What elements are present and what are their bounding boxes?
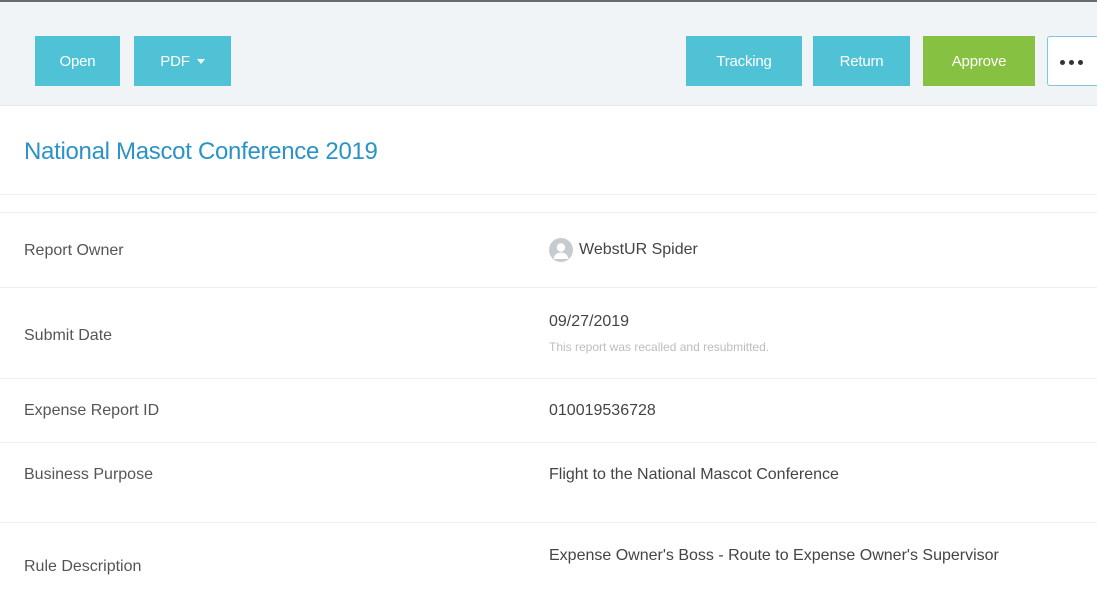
divider	[0, 194, 1097, 195]
more-actions-button[interactable]	[1047, 36, 1097, 86]
report-title: National Mascot Conference 2019	[24, 138, 378, 165]
submit-date-label: Submit Date	[24, 327, 113, 344]
expense-report-id-label: Expense Report ID	[24, 402, 160, 419]
divider	[0, 378, 1097, 379]
divider	[0, 287, 1097, 288]
divider	[0, 522, 1097, 523]
ellipsis-icon	[1060, 60, 1086, 65]
divider	[0, 212, 1097, 213]
rule-description-value: Expense Owner's Boss - Route to Expense …	[549, 547, 999, 564]
return-button-label: Return	[839, 53, 884, 70]
business-purpose-label: Business Purpose	[24, 466, 153, 483]
tracking-button[interactable]: Tracking	[686, 36, 802, 86]
business-purpose-value: Flight to the National Mascot Conference	[549, 466, 839, 483]
report-owner-value: WebstUR Spider	[579, 241, 698, 258]
pdf-dropdown-button[interactable]: PDF	[134, 36, 231, 86]
user-avatar-icon	[549, 238, 573, 262]
divider	[0, 442, 1097, 443]
caret-down-icon	[196, 58, 205, 64]
action-toolbar: Open PDF Tracking Return Approve	[0, 2, 1097, 106]
resubmitted-note: This report was recalled and resubmitted…	[549, 340, 770, 354]
tracking-button-label: Tracking	[716, 53, 772, 70]
approve-button-label: Approve	[951, 53, 1007, 70]
pdf-button-label: PDF	[160, 53, 190, 70]
return-button[interactable]: Return	[813, 36, 910, 86]
open-button[interactable]: Open	[35, 36, 120, 86]
expense-report-page: Open PDF Tracking Return Approve Nationa…	[0, 0, 1097, 595]
open-button-label: Open	[59, 53, 96, 70]
approve-button[interactable]: Approve	[923, 36, 1035, 86]
expense-report-id-value: 010019536728	[549, 402, 656, 419]
rule-description-label: Rule Description	[24, 558, 142, 575]
submit-date-value: 09/27/2019	[549, 313, 630, 330]
report-owner-label: Report Owner	[24, 242, 124, 259]
